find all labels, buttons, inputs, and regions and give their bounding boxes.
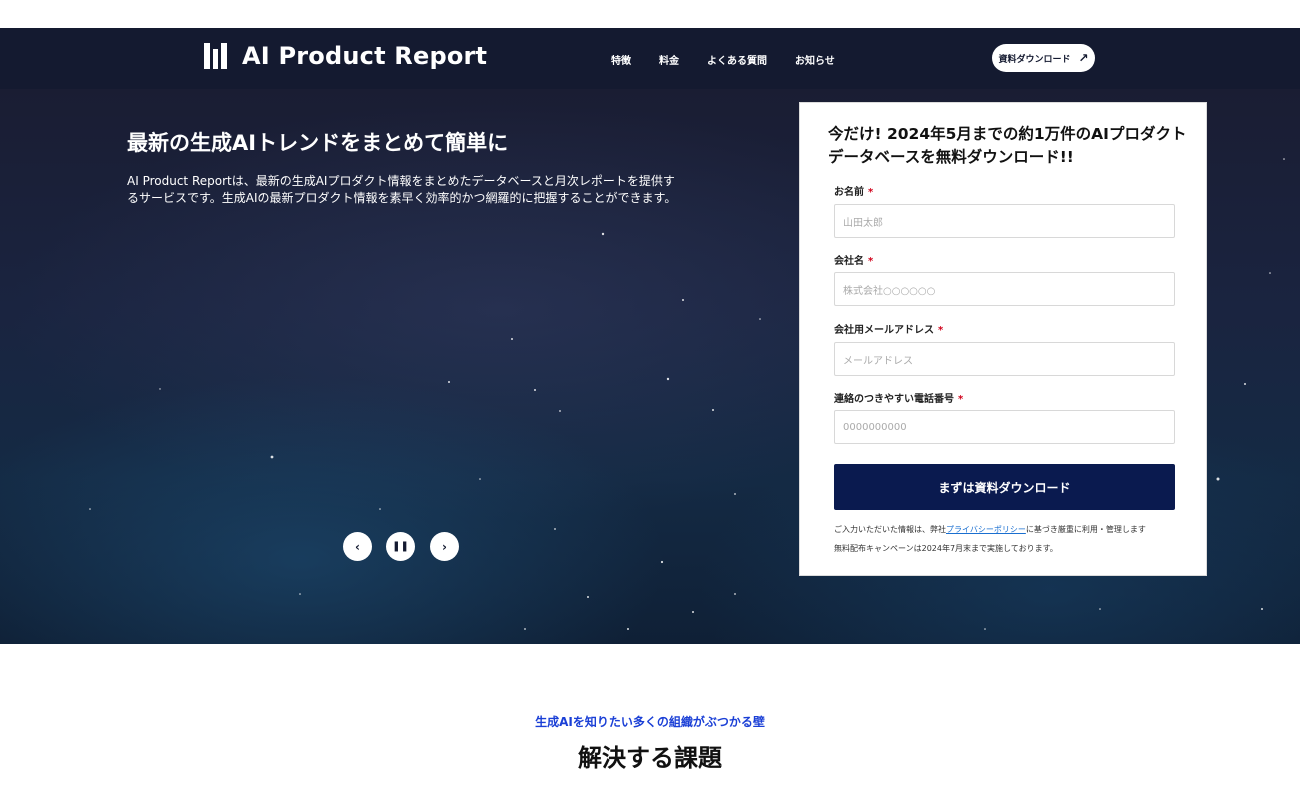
email-label-text: 会社用メールアドレス [834, 325, 934, 336]
page: AI Product Report 特徴 料金 よくある質問 お知らせ 資料ダウ… [0, 0, 1300, 788]
logo-text: AI Product Report [242, 42, 488, 70]
email-input[interactable]: メールアドレス [834, 342, 1175, 376]
arrow-up-right-icon: ↗ [1078, 51, 1089, 65]
company-label-text: 会社名 [834, 256, 864, 267]
header-download-button[interactable]: 資料ダウンロード ↗ [992, 44, 1095, 72]
form-title: 今だけ! 2024年5月までの約1万件のAIプロダクトデータベースを無料ダウンロ… [828, 125, 1187, 166]
phone-input[interactable]: 0000000000 [834, 410, 1175, 444]
section-subheading: 生成AIを知りたい多くの組織がぶつかる壁 [535, 715, 765, 729]
hero-title: 最新の生成AIトレンドをまとめて簡単に [127, 131, 509, 155]
required-mark: * [868, 256, 874, 267]
privacy-note-post: に基づき厳重に利用・管理します [1025, 525, 1146, 534]
hero-description: AI Product Reportは、最新の生成AIプロダクト情報をまとめたデー… [127, 174, 677, 205]
bar-chart-logo-icon [204, 43, 230, 69]
name-input[interactable]: 山田太郎 [834, 204, 1175, 238]
carousel-pause-button[interactable]: ❚❚ [386, 532, 415, 561]
section-title: 解決する課題 [578, 744, 722, 772]
nav-features[interactable]: 特徴 [611, 52, 631, 67]
privacy-note-pre: ご入力いただいた情報は、弊社 [834, 525, 946, 534]
company-input[interactable]: 株式会社○○○○○○ [834, 272, 1175, 306]
carousel-next-button[interactable]: › [430, 532, 459, 561]
phone-field-label: 連絡のつきやすい電話番号 * [834, 390, 963, 405]
name-field-label: お名前 * [834, 183, 873, 198]
nav-pricing[interactable]: 料金 [659, 52, 679, 67]
carousel-prev-button[interactable]: ‹ [343, 532, 372, 561]
main-nav: 特徴 料金 よくある質問 お知らせ [611, 52, 863, 67]
header-download-label: 資料ダウンロード [998, 54, 1071, 65]
submit-button[interactable]: まずは資料ダウンロード [834, 464, 1175, 510]
pause-icon: ❚❚ [392, 541, 409, 552]
email-field-label: 会社用メールアドレス * [834, 321, 943, 336]
phone-label-text: 連絡のつきやすい電話番号 [834, 394, 954, 405]
chevron-right-icon: › [442, 539, 447, 554]
campaign-note: 無料配布キャンペーンは2024年7月末まで実施しております。 [834, 544, 1058, 553]
download-form: 今だけ! 2024年5月までの約1万件のAIプロダクトデータベースを無料ダウンロ… [799, 102, 1207, 576]
privacy-note: ご入力いただいた情報は、弊社プライバシーポリシーに基づき厳重に利用・管理します [834, 524, 1146, 535]
required-mark: * [868, 187, 874, 198]
site-header: AI Product Report 特徴 料金 よくある質問 お知らせ 資料ダウ… [0, 28, 1300, 89]
name-label-text: お名前 [834, 187, 864, 198]
nav-faq[interactable]: よくある質問 [707, 52, 767, 67]
required-mark: * [938, 325, 944, 336]
required-mark: * [958, 394, 964, 405]
nav-news[interactable]: お知らせ [795, 52, 835, 67]
company-field-label: 会社名 * [834, 252, 873, 267]
logo[interactable]: AI Product Report [204, 42, 487, 70]
privacy-policy-link[interactable]: プライバシーポリシー [946, 525, 1026, 534]
chevron-left-icon: ‹ [355, 539, 360, 554]
